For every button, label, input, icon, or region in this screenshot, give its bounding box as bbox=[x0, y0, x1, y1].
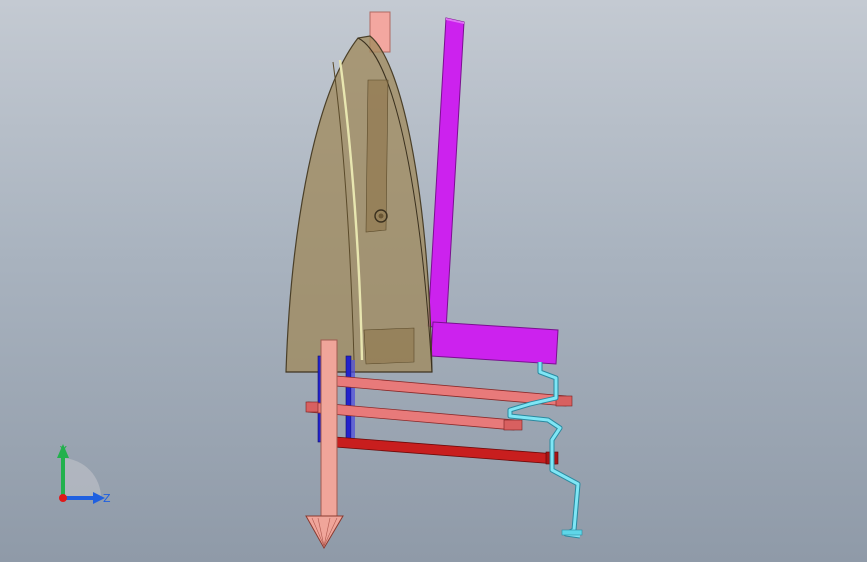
z-axis-label: Z bbox=[103, 492, 111, 505]
assembly-scene[interactable] bbox=[0, 0, 867, 562]
triad-origin bbox=[59, 494, 67, 502]
triad-arc bbox=[63, 458, 102, 498]
model-viewport[interactable]: Y Z bbox=[0, 0, 867, 562]
link-middle[interactable] bbox=[305, 401, 523, 431]
cyan-pipe[interactable] bbox=[507, 362, 583, 539]
bracket-part[interactable] bbox=[427, 17, 559, 365]
link-lower[interactable] bbox=[321, 435, 559, 465]
y-axis-label: Y bbox=[59, 444, 67, 457]
orientation-triad: Y Z bbox=[57, 444, 111, 505]
housing-part[interactable] bbox=[285, 35, 433, 373]
